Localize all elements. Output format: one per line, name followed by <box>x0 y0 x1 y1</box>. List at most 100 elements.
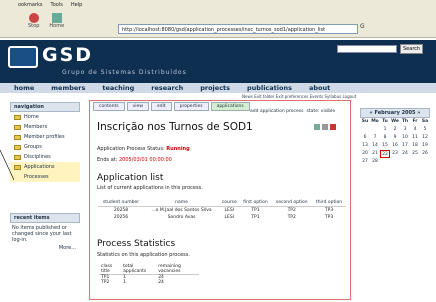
calendar-day-header: Tu <box>382 119 388 124</box>
search-input[interactable] <box>337 45 397 53</box>
calendar-day[interactable]: 25 <box>410 150 420 158</box>
calendar-day[interactable]: 12 <box>420 134 430 142</box>
sidebar-item-member-profiles[interactable]: Member profiles <box>10 132 80 142</box>
calendar-day[interactable]: 24 <box>400 150 410 158</box>
home-button[interactable]: Home <box>49 13 64 29</box>
calendar-day[interactable]: 4 <box>410 126 420 134</box>
tab-view[interactable]: view <box>126 102 149 111</box>
nav-research[interactable]: research <box>151 84 183 92</box>
content-tabs: contents view edit properties applicatio… <box>93 102 250 111</box>
calendar-day[interactable]: 3 <box>400 126 410 134</box>
calendar-day[interactable]: 22 <box>380 150 390 158</box>
calendar-day[interactable]: 2 <box>390 126 400 134</box>
sidebar-item-applications[interactable]: Applications <box>10 162 80 172</box>
document-actions <box>314 124 336 130</box>
calendar-day[interactable]: 27 <box>360 158 370 166</box>
calendar-day[interactable]: 1 <box>380 126 390 134</box>
table-row[interactable]: 20256 Sandro Avas LESI TP1 TP2 TP3 <box>98 214 346 221</box>
calendar-day[interactable]: 11 <box>410 134 420 142</box>
nav-about[interactable]: about <box>309 84 330 92</box>
calendar-day[interactable]: 28 <box>370 158 380 166</box>
tab-contents[interactable]: contents <box>93 102 125 111</box>
nav-projects[interactable]: projects <box>200 84 230 92</box>
calendar-day[interactable]: 8 <box>380 134 390 142</box>
user-actions[interactable]: News Exit folder Exit preferences Events… <box>242 94 356 99</box>
calendar-day[interactable]: 9 <box>390 134 400 142</box>
state-menu[interactable]: state: visible <box>306 109 335 114</box>
flag-icon[interactable] <box>330 124 336 130</box>
menu-bookmarks[interactable]: ookmarks <box>18 2 43 8</box>
calendar-day[interactable]: 21 <box>370 150 380 158</box>
sidebar-item-processes[interactable]: Processes <box>10 172 80 182</box>
calendar-day[interactable]: 13 <box>360 142 370 150</box>
col-total-applicants: total applicants <box>121 264 157 275</box>
calendar-grid: Su Mo Tu We Th Fr Sa 1 2 3 4 5 6 7 8 9 10 11 12 13 14 15 16 17 1… <box>360 118 430 166</box>
calendar-day-header: Th <box>401 119 409 124</box>
nav-teaching[interactable]: teaching <box>102 84 134 92</box>
search-button[interactable]: Search <box>400 44 424 54</box>
menu-tools[interactable]: Tools <box>51 2 63 8</box>
calendar-day[interactable]: 20 <box>360 150 370 158</box>
send-icon[interactable] <box>314 124 320 130</box>
calendar-day[interactable]: 18 <box>410 142 420 150</box>
sidebar-item-home[interactable]: Home <box>10 112 80 122</box>
sidebar-item-groups[interactable]: Groups <box>10 142 80 152</box>
col-first-option: first option <box>239 199 272 207</box>
calendar-day[interactable]: 14 <box>370 142 380 150</box>
calendar-day[interactable]: 15 <box>380 142 390 150</box>
calendar-day[interactable]: 6 <box>360 134 370 142</box>
url-bar[interactable]: http://localhost:8080/gsd/application_pr… <box>118 24 358 34</box>
nav-publications[interactable]: publications <box>247 84 292 92</box>
recent-portlet: recent items No items published or chang… <box>10 213 80 251</box>
calendar-day[interactable]: 26 <box>420 150 430 158</box>
calendar-day[interactable]: 5 <box>420 126 430 134</box>
calendar-day[interactable]: 7 <box>370 134 380 142</box>
nav-members[interactable]: members <box>51 84 85 92</box>
prev-month-icon[interactable]: « <box>370 110 373 116</box>
end-date-value: 2005/03/01 00:00:00 <box>119 157 172 163</box>
menu-help[interactable]: Help <box>71 2 82 8</box>
calendar-day-header: Sa <box>421 119 429 124</box>
nav-home[interactable]: home <box>14 84 34 92</box>
calendar-day-header: Fr <box>412 119 418 124</box>
add-process-link[interactable]: add application process <box>250 109 303 114</box>
browser-nav: Stop Home <box>28 13 64 29</box>
sidebar-item-disciplines[interactable]: Disciplines <box>10 152 80 162</box>
browser-menubar: ookmarks Tools Help <box>18 2 82 8</box>
folder-icon <box>14 154 21 160</box>
browser-toolbar: ookmarks Tools Help Stop Home http://loc… <box>0 0 436 38</box>
tab-applications[interactable]: applications <box>210 102 250 111</box>
calendar-day[interactable]: 16 <box>390 142 400 150</box>
page-title: Inscrição nos Turnos de SOD1 <box>97 121 253 133</box>
applist-description: List of current applications in this pro… <box>97 185 203 191</box>
next-month-icon[interactable]: » <box>417 110 420 116</box>
recent-more-link[interactable]: More... <box>10 245 80 251</box>
recent-text: No items published or changed since your… <box>12 225 72 243</box>
recent-title: recent items <box>10 213 80 223</box>
home-icon <box>51 13 62 23</box>
tab-properties[interactable]: properties <box>173 102 209 111</box>
logo-icon <box>8 46 38 68</box>
calendar-day-header: Mo <box>371 119 379 124</box>
site-logo[interactable]: GSD <box>42 44 93 66</box>
table-row[interactable]: 20258 ...o M.Jaal dos Santos Silva LESI TP1… <box>98 207 346 215</box>
table-row: TP2 1 24 <box>101 280 164 285</box>
go-button[interactable]: G <box>360 23 365 30</box>
calendar-day-header: We <box>391 119 399 124</box>
applist-heading: Application list <box>97 173 164 183</box>
stop-icon <box>28 13 39 23</box>
col-second-option: second option <box>271 199 313 207</box>
statistics-table: class title total applicants remaining v… <box>99 264 199 285</box>
calendar-day[interactable]: 19 <box>420 142 430 150</box>
col-remaining-vacancies: remaining vacancies <box>156 264 199 275</box>
sidebar-item-members[interactable]: Members <box>10 122 80 132</box>
stop-button[interactable]: Stop <box>28 13 39 29</box>
calendar-day[interactable]: 17 <box>400 142 410 150</box>
calendar-day[interactable]: 10 <box>400 134 410 142</box>
calendar-portlet: « February 2005 » Su Mo Tu We Th Fr Sa 1 2 3 4 5 6 7 8… <box>360 108 430 166</box>
col-name: name <box>144 199 219 207</box>
calendar-day[interactable]: 23 <box>390 150 400 158</box>
tab-edit[interactable]: edit <box>150 102 172 111</box>
col-student-number: student number <box>98 199 145 207</box>
print-icon[interactable] <box>322 124 328 130</box>
